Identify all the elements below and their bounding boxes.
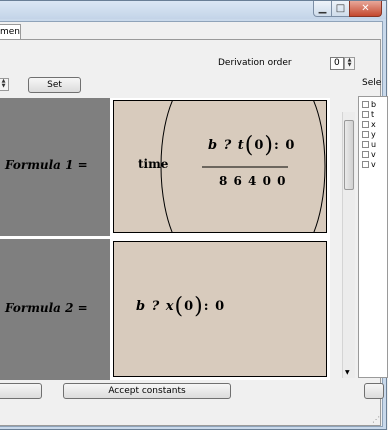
argument-value: 0: [184, 299, 195, 314]
selection-label: Sele: [362, 78, 382, 88]
left-bottom-button[interactable]: [0, 383, 42, 399]
formula-value-cell[interactable]: b ? x(0): 0: [113, 241, 327, 377]
formula-label: Formula 1 =: [5, 158, 88, 172]
list-item[interactable]: y: [362, 130, 376, 139]
checkbox[interactable]: [362, 161, 369, 168]
list-item[interactable]: t: [362, 110, 374, 119]
time-prefix: time: [138, 157, 169, 171]
derivation-order-stepper[interactable]: ▲ ▼: [344, 57, 355, 70]
right-paren: ): [194, 294, 204, 319]
list-item[interactable]: u: [362, 140, 376, 149]
formula-name-cell: Formula 2 =: [0, 239, 110, 380]
chevron-down-icon[interactable]: ▼: [0, 84, 8, 89]
minimize-icon: ▁: [318, 3, 327, 14]
title-bar: ▁ □ ✕: [0, 1, 386, 19]
vertical-scrollbar[interactable]: ▼: [342, 112, 355, 378]
formula-row: Formula 1 = time b ? t(0): 0 8 6 4 0 0: [0, 98, 330, 238]
left-paren: (: [244, 133, 255, 158]
maximize-button[interactable]: □: [331, 1, 350, 17]
denominator: 8 6 4 0 0: [219, 174, 287, 188]
formula-row: Formula 2 = b ? x(0): 0: [0, 239, 330, 380]
checkbox[interactable]: [362, 141, 369, 148]
chevron-down-icon[interactable]: ▼: [345, 63, 354, 68]
checkbox[interactable]: [362, 131, 369, 138]
derivation-order-input[interactable]: 0: [330, 57, 344, 70]
formula-value-cell[interactable]: time b ? t(0): 0 8 6 4 0 0: [113, 100, 327, 233]
expression-tail: : 0: [203, 299, 226, 314]
formula-label: Formula 2 =: [5, 301, 88, 315]
numerator-tail: : 0: [274, 138, 296, 153]
application-window: ▁ □ ✕ ments Derivation order 0 ▲ ▼ ▲ ▼ S…: [0, 0, 388, 430]
minimize-button[interactable]: ▁: [313, 1, 332, 17]
set-button[interactable]: Set: [28, 77, 81, 93]
list-item[interactable]: b: [362, 100, 376, 109]
tab-elements[interactable]: ments: [0, 24, 21, 40]
list-item[interactable]: v: [362, 150, 376, 159]
left-stepper[interactable]: ▲ ▼: [0, 78, 9, 91]
close-button[interactable]: ✕: [349, 1, 382, 17]
left-paren: (: [174, 294, 185, 319]
list-item[interactable]: x: [362, 120, 376, 129]
chevron-down-icon[interactable]: ▼: [345, 369, 350, 376]
list-item[interactable]: v: [362, 160, 376, 169]
formula-grid: Formula 1 = time b ? t(0): 0 8 6 4 0 0 F…: [0, 98, 330, 380]
client-area: ments Derivation order 0 ▲ ▼ ▲ ▼ Set Sel…: [0, 21, 388, 427]
argument-value: 0: [254, 138, 265, 153]
checkbox[interactable]: [362, 151, 369, 158]
formula-expression: b ? x: [136, 299, 175, 314]
numerator-expression: b ? t: [208, 138, 245, 153]
resize-grip-icon[interactable]: ⋰: [372, 415, 380, 424]
formula-name-cell: Formula 1 =: [0, 98, 110, 236]
derivation-order-label: Derivation order: [218, 58, 292, 68]
checkbox[interactable]: [362, 111, 369, 118]
right-paren: ): [264, 133, 274, 158]
right-bottom-button[interactable]: [364, 383, 384, 399]
checkbox[interactable]: [362, 101, 369, 108]
accept-constants-button[interactable]: Accept constants: [63, 383, 231, 399]
checkbox[interactable]: [362, 121, 369, 128]
tab-panel: Derivation order 0 ▲ ▼ ▲ ▼ Set Sele Form…: [0, 39, 388, 426]
maximize-icon: □: [335, 3, 346, 14]
scrollbar-thumb[interactable]: [344, 120, 354, 190]
close-icon: ✕: [361, 3, 370, 14]
selection-list[interactable]: b t x y u v v: [358, 96, 388, 378]
